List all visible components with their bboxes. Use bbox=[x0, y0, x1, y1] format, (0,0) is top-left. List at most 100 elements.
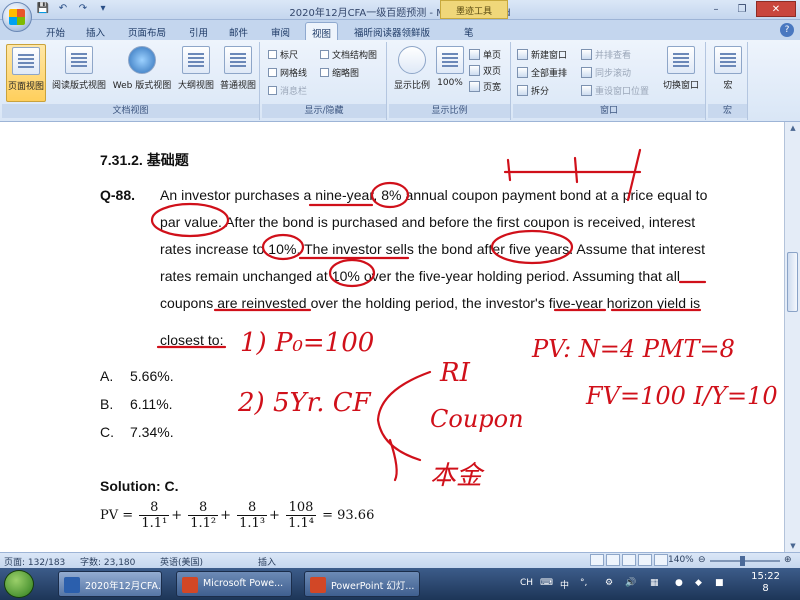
option-value: 7.34%. bbox=[130, 424, 174, 440]
ime-indicator[interactable]: 中 bbox=[560, 578, 569, 591]
web-layout-button[interactable]: Web 版式视图 bbox=[110, 44, 174, 102]
ruler-checkbox[interactable]: 标尺 bbox=[268, 48, 298, 61]
switch-windows-button[interactable]: 切换窗口 bbox=[659, 44, 703, 102]
two-pages-button[interactable]: 双页 bbox=[469, 64, 501, 77]
view-side-by-side-button[interactable]: 并排查看 bbox=[581, 48, 631, 61]
draft-view-icon[interactable] bbox=[654, 554, 668, 566]
group-label-document-views: 文档视图 bbox=[2, 104, 259, 118]
thumbnails-checkbox[interactable]: 缩略图 bbox=[320, 66, 359, 79]
formula-rhs: = 93.66 bbox=[322, 508, 375, 523]
tab-view[interactable]: 视图 bbox=[305, 22, 339, 40]
zoom-level[interactable]: 140% bbox=[668, 555, 694, 565]
tab-insert[interactable]: 插入 bbox=[80, 22, 111, 40]
taskbar-item-label: Microsoft Powe... bbox=[203, 578, 284, 589]
insert-mode[interactable]: 插入 bbox=[258, 555, 276, 568]
zoom-100-label: 100% bbox=[437, 78, 463, 88]
macros-label: 宏 bbox=[723, 81, 733, 91]
taskbar: 2020年12月CFA... Microsoft Powe... PowerPo… bbox=[0, 568, 800, 600]
minimize-icon[interactable]: – bbox=[704, 1, 728, 17]
page-width-button[interactable]: 页宽 bbox=[469, 80, 501, 93]
close-icon[interactable]: ✕ bbox=[756, 1, 796, 17]
tab-foxit-reader[interactable]: 福昕阅读器领鲜版 bbox=[348, 22, 436, 40]
formula-term: 108 1.1⁴ bbox=[286, 500, 316, 531]
split-button[interactable]: 拆分 bbox=[517, 84, 549, 97]
question-line: par value. After the bond is purchased a… bbox=[160, 214, 696, 230]
ruler-label: 标尺 bbox=[280, 51, 299, 61]
group-macros: 宏 宏 bbox=[708, 42, 748, 120]
one-page-button[interactable]: 单页 bbox=[469, 48, 501, 61]
taskbar-item-word[interactable]: 2020年12月CFA... bbox=[58, 571, 162, 597]
volume-icon[interactable]: 🔊 bbox=[625, 578, 636, 588]
print-layout-button[interactable]: 页面视图 bbox=[6, 44, 46, 102]
network-icon[interactable]: ▦ bbox=[650, 578, 659, 588]
tab-page-layout[interactable]: 页面布局 bbox=[122, 22, 172, 40]
formula-term: 8 1.1² bbox=[188, 500, 219, 531]
document-map-checkbox[interactable]: 文档结构图 bbox=[320, 48, 377, 61]
macros-button[interactable]: 宏 bbox=[710, 44, 746, 102]
tab-home[interactable]: 开始 bbox=[40, 22, 71, 40]
section-title: 7.31.2. 基础题 bbox=[100, 152, 189, 168]
new-window-button[interactable]: 新建窗口 bbox=[517, 48, 567, 61]
taskbar-item-label: 2020年12月CFA... bbox=[85, 581, 162, 592]
full-screen-reading-button[interactable]: 阅读版式视图 bbox=[50, 44, 108, 102]
taskbar-item-powerpoint[interactable]: Microsoft Powe... bbox=[176, 571, 292, 597]
zoom-slider-handle[interactable] bbox=[740, 556, 745, 566]
outline-button[interactable]: 大纲视图 bbox=[176, 44, 216, 102]
word-icon bbox=[64, 577, 80, 593]
question-line: An investor purchases a nine-year, 8% an… bbox=[160, 187, 708, 203]
tab-references[interactable]: 引用 bbox=[183, 22, 214, 40]
question-id: Q-88. bbox=[100, 187, 136, 203]
zoom-slider[interactable] bbox=[710, 560, 780, 562]
zoom-in-icon[interactable]: ⊕ bbox=[784, 555, 792, 565]
arrange-all-button[interactable]: 全部重排 bbox=[517, 66, 567, 79]
office-button[interactable] bbox=[2, 2, 32, 32]
page-count[interactable]: 页面: 132/183 bbox=[4, 555, 65, 568]
maximize-icon[interactable]: ❐ bbox=[730, 1, 754, 17]
keyboard-icon[interactable]: ⌨ bbox=[540, 578, 553, 588]
sync-scrolling-button[interactable]: 同步滚动 bbox=[581, 66, 631, 79]
tab-pen[interactable]: 笔 bbox=[458, 22, 480, 40]
tray-settings-icon[interactable]: ⚙ bbox=[605, 578, 613, 588]
message-bar-checkbox[interactable]: 消息栏 bbox=[268, 84, 307, 97]
group-label-zoom: 显示比例 bbox=[389, 104, 510, 118]
input-language[interactable]: CH bbox=[520, 578, 533, 588]
tray-app-icon[interactable]: ◆ bbox=[695, 578, 702, 588]
tab-review[interactable]: 审阅 bbox=[265, 22, 296, 40]
web-layout-icon bbox=[128, 46, 156, 74]
group-window: 新建窗口 全部重排 拆分 并排查看 同步滚动 重设窗口位置 切换窗口 窗口 bbox=[513, 42, 706, 120]
clock-date: 8 bbox=[762, 583, 769, 594]
ink-note: Coupon bbox=[430, 405, 524, 433]
option-letter: B. bbox=[100, 396, 114, 412]
powerpoint-icon bbox=[182, 577, 198, 593]
zoom-100-button[interactable]: 100% bbox=[435, 44, 465, 102]
clock[interactable]: 15:22 8 bbox=[751, 571, 780, 595]
start-button[interactable] bbox=[4, 570, 34, 598]
formula-term: 8 1.1¹ bbox=[139, 500, 170, 531]
punctuation-icon[interactable]: °, bbox=[580, 578, 587, 588]
taskbar-item-slideshow[interactable]: PowerPoint 幻灯... bbox=[304, 571, 420, 597]
scrollbar-thumb[interactable] bbox=[787, 252, 798, 312]
language-indicator[interactable]: 英语(美国) bbox=[160, 555, 203, 568]
draft-button[interactable]: 普通视图 bbox=[218, 44, 258, 102]
ink-note: 2) 5Yr. CF bbox=[238, 388, 371, 418]
window-controls: – ❐ ✕ bbox=[704, 1, 796, 17]
zoom-out-icon[interactable]: ⊖ bbox=[698, 555, 706, 565]
help-icon[interactable]: ? bbox=[780, 23, 794, 37]
tray-app-icon[interactable]: ■ bbox=[715, 578, 724, 588]
scroll-up-icon[interactable]: ▲ bbox=[788, 124, 798, 132]
reading-view-icon[interactable] bbox=[606, 554, 620, 566]
outline-view-icon[interactable] bbox=[638, 554, 652, 566]
zoom-button[interactable]: 显示比例 bbox=[391, 44, 433, 102]
scroll-down-icon[interactable]: ▼ bbox=[788, 542, 798, 550]
two-pages-label: 双页 bbox=[483, 67, 502, 77]
gridlines-checkbox[interactable]: 网格线 bbox=[268, 66, 307, 79]
title-bar: 💾 ↶ ↷ ▾ 2020年12月CFA一级百题预测 - Microsoft Wo… bbox=[0, 0, 800, 20]
reset-window-position-button[interactable]: 重设窗口位置 bbox=[581, 84, 649, 97]
tray-app-icon[interactable]: ● bbox=[675, 578, 683, 588]
web-view-icon[interactable] bbox=[622, 554, 636, 566]
print-layout-label: 页面视图 bbox=[7, 82, 44, 92]
print-layout-view-icon[interactable] bbox=[590, 554, 604, 566]
vertical-scrollbar[interactable]: ▲ ▼ bbox=[784, 122, 800, 552]
tab-mailings[interactable]: 邮件 bbox=[223, 22, 254, 40]
word-count[interactable]: 字数: 23,180 bbox=[80, 555, 135, 568]
